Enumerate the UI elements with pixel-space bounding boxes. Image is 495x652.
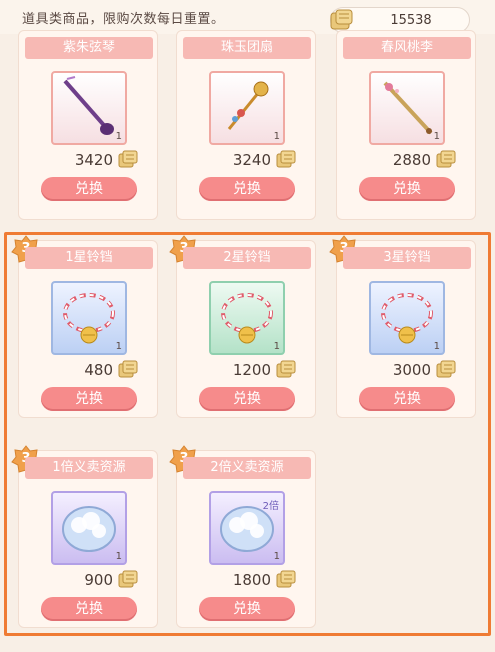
item-thumbnail: 1: [51, 71, 127, 145]
hairpin-ornament-icon: [211, 73, 283, 143]
item-price: 3240: [232, 151, 271, 169]
exchange-button[interactable]: 兑换: [41, 387, 137, 411]
exchange-button[interactable]: 兑换: [199, 597, 295, 621]
shop-grid: 紫朱弦琴13420兑换珠玉团扇13240兑换春风桃李12880兑换31星铃铛14…: [0, 0, 495, 652]
exchange-button[interactable]: 兑换: [41, 177, 137, 201]
bell-bracelet-icon: [371, 283, 443, 353]
item-thumbnail: 2倍 1: [209, 491, 285, 565]
item-price: 3000: [392, 361, 431, 379]
scroll-currency-icon: [115, 147, 141, 177]
exchange-button[interactable]: 兑换: [199, 387, 295, 411]
item-quantity: 1: [115, 131, 122, 142]
item-thumbnail: 1: [209, 281, 285, 355]
item-price: 480: [84, 361, 113, 379]
item-quantity: 1: [433, 341, 440, 352]
item-thumbnail: 1: [369, 71, 445, 145]
bell-bracelet-icon: [211, 283, 283, 353]
exchange-button[interactable]: 兑换: [359, 387, 455, 411]
scroll-currency-icon: [273, 567, 299, 597]
scroll-currency-icon: [273, 147, 299, 177]
item-quantity: 1: [433, 131, 440, 142]
item-name: 珠玉团扇: [183, 37, 311, 59]
shop-item-card: 32星铃铛11200兑换: [169, 235, 316, 418]
item-name: 1倍义卖资源: [25, 457, 153, 479]
scroll-currency-icon: [433, 147, 459, 177]
cloud-token-icon: [53, 493, 125, 563]
item-price: 3420: [74, 151, 113, 169]
item-name: 紫朱弦琴: [25, 37, 153, 59]
item-quantity: 1: [115, 551, 122, 562]
item-quantity: 1: [273, 551, 280, 562]
item-thumbnail: 1: [51, 281, 127, 355]
bell-bracelet-icon: [53, 283, 125, 353]
item-thumbnail: 1: [369, 281, 445, 355]
item-name: 3星铃铛: [343, 247, 471, 269]
item-quantity: 1: [273, 131, 280, 142]
item-name: 2倍义卖资源: [183, 457, 311, 479]
shop-item-card: 珠玉团扇 1 3240 兑换: [176, 30, 316, 220]
scroll-currency-icon: [115, 567, 141, 597]
flute-icon: [371, 73, 443, 143]
multiplier-tag: 2倍: [262, 501, 279, 512]
shop-item-card: 33星铃铛13000兑换: [329, 235, 476, 418]
item-name: 1星铃铛: [25, 247, 153, 269]
scroll-currency-icon: [273, 357, 299, 387]
item-name: 春风桃李: [343, 37, 471, 59]
item-price: 1200: [232, 361, 271, 379]
scroll-currency-icon: [115, 357, 141, 387]
item-price: 2880: [392, 151, 431, 169]
exchange-button[interactable]: 兑换: [41, 597, 137, 621]
item-price: 1800: [232, 571, 271, 589]
shop-item-card: 31星铃铛1480兑换: [11, 235, 158, 418]
shop-item-card: 32倍义卖资源2倍11800兑换: [169, 445, 316, 628]
item-name: 2星铃铛: [183, 247, 311, 269]
scroll-currency-icon: [433, 357, 459, 387]
shop-item-card: 31倍义卖资源1900兑换: [11, 445, 158, 628]
item-price: 900: [84, 571, 113, 589]
pipa-instrument-icon: [53, 73, 125, 143]
item-quantity: 1: [273, 341, 280, 352]
shop-item-card: 春风桃李 1 2880 兑换: [336, 30, 476, 220]
exchange-button[interactable]: 兑换: [359, 177, 455, 201]
item-thumbnail: 1: [51, 491, 127, 565]
exchange-button[interactable]: 兑换: [199, 177, 295, 201]
shop-item-card: 紫朱弦琴 1 3420 兑换: [18, 30, 158, 220]
item-quantity: 1: [115, 341, 122, 352]
item-thumbnail: 1: [209, 71, 285, 145]
